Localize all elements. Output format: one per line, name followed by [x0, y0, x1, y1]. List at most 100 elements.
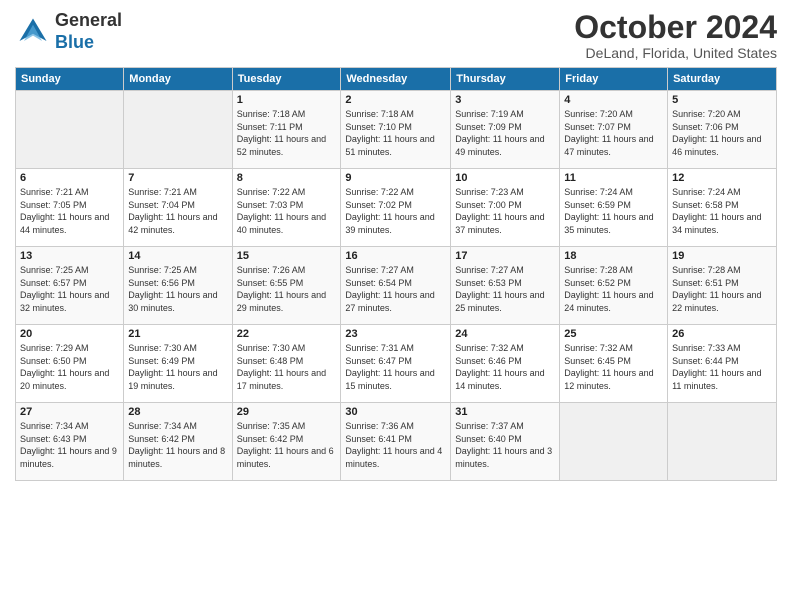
calendar-cell: 6 Sunrise: 7:21 AMSunset: 7:05 PMDayligh…	[16, 169, 124, 247]
calendar-cell: 5 Sunrise: 7:20 AMSunset: 7:06 PMDayligh…	[668, 91, 777, 169]
calendar-cell: 28 Sunrise: 7:34 AMSunset: 6:42 PMDaylig…	[124, 403, 232, 481]
calendar-cell: 7 Sunrise: 7:21 AMSunset: 7:04 PMDayligh…	[124, 169, 232, 247]
day-detail: Sunrise: 7:20 AMSunset: 7:07 PMDaylight:…	[564, 109, 653, 157]
logo-icon	[15, 14, 51, 50]
day-number: 6	[20, 172, 119, 184]
day-detail: Sunrise: 7:21 AMSunset: 7:04 PMDaylight:…	[128, 187, 217, 235]
day-number: 15	[237, 250, 337, 262]
day-number: 4	[564, 94, 663, 106]
day-header-thursday: Thursday	[451, 68, 560, 91]
day-number: 14	[128, 250, 227, 262]
day-number: 7	[128, 172, 227, 184]
day-detail: Sunrise: 7:34 AMSunset: 6:42 PMDaylight:…	[128, 421, 225, 469]
day-number: 18	[564, 250, 663, 262]
day-detail: Sunrise: 7:36 AMSunset: 6:41 PMDaylight:…	[345, 421, 442, 469]
day-detail: Sunrise: 7:23 AMSunset: 7:00 PMDaylight:…	[455, 187, 544, 235]
day-number: 3	[455, 94, 555, 106]
day-detail: Sunrise: 7:34 AMSunset: 6:43 PMDaylight:…	[20, 421, 117, 469]
calendar-cell: 8 Sunrise: 7:22 AMSunset: 7:03 PMDayligh…	[232, 169, 341, 247]
day-detail: Sunrise: 7:31 AMSunset: 6:47 PMDaylight:…	[345, 343, 434, 391]
day-number: 13	[20, 250, 119, 262]
day-detail: Sunrise: 7:26 AMSunset: 6:55 PMDaylight:…	[237, 265, 326, 313]
calendar-cell: 21 Sunrise: 7:30 AMSunset: 6:49 PMDaylig…	[124, 325, 232, 403]
day-number: 31	[455, 406, 555, 418]
day-number: 11	[564, 172, 663, 184]
day-detail: Sunrise: 7:22 AMSunset: 7:02 PMDaylight:…	[345, 187, 434, 235]
day-detail: Sunrise: 7:30 AMSunset: 6:49 PMDaylight:…	[128, 343, 217, 391]
calendar-cell: 26 Sunrise: 7:33 AMSunset: 6:44 PMDaylig…	[668, 325, 777, 403]
day-detail: Sunrise: 7:28 AMSunset: 6:52 PMDaylight:…	[564, 265, 653, 313]
day-detail: Sunrise: 7:33 AMSunset: 6:44 PMDaylight:…	[672, 343, 761, 391]
location: DeLand, Florida, United States	[574, 45, 777, 61]
calendar-cell: 27 Sunrise: 7:34 AMSunset: 6:43 PMDaylig…	[16, 403, 124, 481]
calendar-header-row: SundayMondayTuesdayWednesdayThursdayFrid…	[16, 68, 777, 91]
calendar-cell: 22 Sunrise: 7:30 AMSunset: 6:48 PMDaylig…	[232, 325, 341, 403]
calendar-cell	[124, 91, 232, 169]
day-number: 30	[345, 406, 446, 418]
day-header-tuesday: Tuesday	[232, 68, 341, 91]
calendar-cell	[16, 91, 124, 169]
calendar-cell: 14 Sunrise: 7:25 AMSunset: 6:56 PMDaylig…	[124, 247, 232, 325]
calendar-week-row: 1 Sunrise: 7:18 AMSunset: 7:11 PMDayligh…	[16, 91, 777, 169]
day-header-friday: Friday	[560, 68, 668, 91]
calendar-cell: 24 Sunrise: 7:32 AMSunset: 6:46 PMDaylig…	[451, 325, 560, 403]
calendar-cell: 2 Sunrise: 7:18 AMSunset: 7:10 PMDayligh…	[341, 91, 451, 169]
day-number: 25	[564, 328, 663, 340]
day-detail: Sunrise: 7:25 AMSunset: 6:56 PMDaylight:…	[128, 265, 217, 313]
calendar-week-row: 27 Sunrise: 7:34 AMSunset: 6:43 PMDaylig…	[16, 403, 777, 481]
day-detail: Sunrise: 7:20 AMSunset: 7:06 PMDaylight:…	[672, 109, 761, 157]
day-header-saturday: Saturday	[668, 68, 777, 91]
day-detail: Sunrise: 7:19 AMSunset: 7:09 PMDaylight:…	[455, 109, 544, 157]
day-number: 26	[672, 328, 772, 340]
calendar-cell: 29 Sunrise: 7:35 AMSunset: 6:42 PMDaylig…	[232, 403, 341, 481]
calendar-cell: 20 Sunrise: 7:29 AMSunset: 6:50 PMDaylig…	[16, 325, 124, 403]
calendar-cell: 11 Sunrise: 7:24 AMSunset: 6:59 PMDaylig…	[560, 169, 668, 247]
day-number: 16	[345, 250, 446, 262]
calendar-cell: 15 Sunrise: 7:26 AMSunset: 6:55 PMDaylig…	[232, 247, 341, 325]
day-number: 24	[455, 328, 555, 340]
day-number: 17	[455, 250, 555, 262]
calendar-week-row: 6 Sunrise: 7:21 AMSunset: 7:05 PMDayligh…	[16, 169, 777, 247]
calendar-cell: 10 Sunrise: 7:23 AMSunset: 7:00 PMDaylig…	[451, 169, 560, 247]
day-header-sunday: Sunday	[16, 68, 124, 91]
logo: General Blue	[15, 10, 122, 53]
calendar-cell: 4 Sunrise: 7:20 AMSunset: 7:07 PMDayligh…	[560, 91, 668, 169]
day-header-wednesday: Wednesday	[341, 68, 451, 91]
day-detail: Sunrise: 7:37 AMSunset: 6:40 PMDaylight:…	[455, 421, 552, 469]
day-number: 10	[455, 172, 555, 184]
calendar-cell: 30 Sunrise: 7:36 AMSunset: 6:41 PMDaylig…	[341, 403, 451, 481]
day-number: 2	[345, 94, 446, 106]
day-number: 19	[672, 250, 772, 262]
day-detail: Sunrise: 7:32 AMSunset: 6:46 PMDaylight:…	[455, 343, 544, 391]
calendar-cell: 31 Sunrise: 7:37 AMSunset: 6:40 PMDaylig…	[451, 403, 560, 481]
day-detail: Sunrise: 7:18 AMSunset: 7:10 PMDaylight:…	[345, 109, 434, 157]
month-title: October 2024	[574, 10, 777, 45]
calendar-cell: 23 Sunrise: 7:31 AMSunset: 6:47 PMDaylig…	[341, 325, 451, 403]
day-detail: Sunrise: 7:28 AMSunset: 6:51 PMDaylight:…	[672, 265, 761, 313]
calendar-cell: 16 Sunrise: 7:27 AMSunset: 6:54 PMDaylig…	[341, 247, 451, 325]
day-number: 8	[237, 172, 337, 184]
calendar-week-row: 13 Sunrise: 7:25 AMSunset: 6:57 PMDaylig…	[16, 247, 777, 325]
day-detail: Sunrise: 7:30 AMSunset: 6:48 PMDaylight:…	[237, 343, 326, 391]
day-detail: Sunrise: 7:29 AMSunset: 6:50 PMDaylight:…	[20, 343, 109, 391]
calendar-cell	[560, 403, 668, 481]
day-number: 9	[345, 172, 446, 184]
day-detail: Sunrise: 7:24 AMSunset: 6:59 PMDaylight:…	[564, 187, 653, 235]
day-number: 20	[20, 328, 119, 340]
day-number: 28	[128, 406, 227, 418]
calendar-cell: 13 Sunrise: 7:25 AMSunset: 6:57 PMDaylig…	[16, 247, 124, 325]
day-number: 27	[20, 406, 119, 418]
calendar-cell: 19 Sunrise: 7:28 AMSunset: 6:51 PMDaylig…	[668, 247, 777, 325]
header: General Blue October 2024 DeLand, Florid…	[15, 10, 777, 61]
calendar-cell: 9 Sunrise: 7:22 AMSunset: 7:02 PMDayligh…	[341, 169, 451, 247]
day-number: 1	[237, 94, 337, 106]
day-number: 29	[237, 406, 337, 418]
day-number: 22	[237, 328, 337, 340]
calendar-cell: 18 Sunrise: 7:28 AMSunset: 6:52 PMDaylig…	[560, 247, 668, 325]
logo-text: General Blue	[55, 10, 122, 53]
day-number: 12	[672, 172, 772, 184]
calendar-cell: 1 Sunrise: 7:18 AMSunset: 7:11 PMDayligh…	[232, 91, 341, 169]
calendar-cell	[668, 403, 777, 481]
day-detail: Sunrise: 7:27 AMSunset: 6:54 PMDaylight:…	[345, 265, 434, 313]
calendar-cell: 3 Sunrise: 7:19 AMSunset: 7:09 PMDayligh…	[451, 91, 560, 169]
